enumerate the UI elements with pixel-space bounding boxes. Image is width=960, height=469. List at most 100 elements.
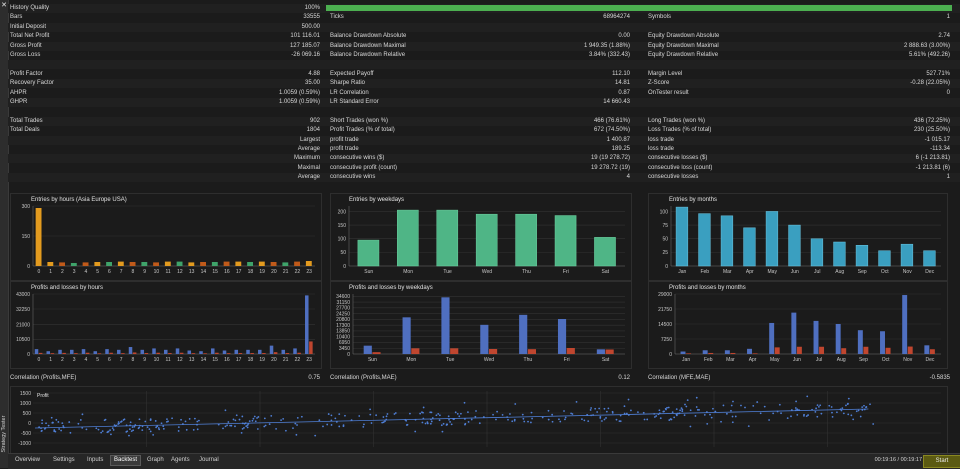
sidebar: ✕ Strategy Tester — [0, 0, 9, 468]
stat-label: profit trade — [330, 136, 359, 143]
close-icon[interactable]: ✕ — [1, 2, 7, 10]
tab-inputs[interactable]: Inputs — [84, 455, 106, 466]
stat-label: Balance Drawdown Absolute — [330, 33, 407, 40]
stat-label: Initial Deposit — [10, 23, 47, 30]
profits-losses-by-hours-chart: 0105002100032250430000 1 2 3 4 5 6 7 8 9 10 11 12 13 1… — [16, 292, 315, 363]
x-tick-label: Sun — [368, 357, 377, 363]
x-tick-label: 10 — [154, 357, 160, 363]
scatter-point — [130, 430, 133, 433]
scatter-point — [330, 424, 333, 426]
x-tick-label: Mar — [726, 357, 735, 363]
tab-backtest[interactable]: Backtest — [110, 455, 142, 466]
x-tick-label: Aug — [835, 269, 844, 275]
stat-label: consecutive losses ($) — [648, 155, 708, 162]
bar — [175, 348, 180, 354]
stat-value: -26 069.16 — [291, 52, 320, 58]
x-tick-label: 23 — [306, 269, 312, 275]
scatter-point — [679, 409, 682, 412]
scatter-point — [296, 424, 298, 426]
start-button[interactable]: Start — [923, 455, 960, 468]
scatter-point — [598, 407, 601, 410]
scatter-point — [732, 400, 734, 403]
x-tick-label: 11 — [166, 357, 171, 363]
bar — [372, 352, 381, 354]
scatter-point — [253, 415, 256, 418]
scatter-point — [637, 411, 639, 414]
tab-agents[interactable]: Agents — [168, 455, 193, 466]
bar — [441, 297, 450, 354]
scatter-point — [146, 426, 149, 429]
scatter-point — [869, 403, 871, 406]
row-stripe — [8, 41, 960, 51]
scatter-point — [226, 424, 228, 427]
scatter-point — [694, 415, 697, 417]
scatter-point — [521, 413, 524, 416]
stat-label: Loss Trades (% of total) — [648, 127, 712, 134]
scatter-point — [559, 420, 562, 423]
bar — [132, 352, 137, 354]
bar — [247, 262, 254, 266]
x-tick-label: Apr — [749, 357, 757, 363]
scatter-point — [507, 418, 509, 421]
bar — [47, 262, 54, 266]
stat-value: 6 (-1 213.81) — [915, 155, 950, 162]
scatter-point — [558, 418, 560, 421]
scatter-point — [421, 421, 424, 424]
bar — [285, 353, 290, 354]
row-stripe — [8, 60, 960, 70]
y-tick-label: 31150 — [336, 300, 350, 306]
stat-label: Gross Profit — [10, 42, 42, 49]
x-tick-label: 3 — [73, 269, 76, 275]
profit-scatter-chart: 1500 1000 500 0 -500 -1000 Profit — [18, 391, 941, 447]
tab-settings[interactable]: Settings — [50, 455, 78, 466]
scatter-point — [675, 408, 678, 411]
scatter-point — [780, 412, 782, 415]
stat-value: 100% — [304, 5, 320, 11]
scatter-point — [865, 406, 868, 408]
scatter-point — [794, 407, 797, 409]
row-stripe — [8, 116, 960, 126]
tab-graph[interactable]: Graph — [144, 455, 167, 466]
bar — [605, 349, 614, 354]
scatter-point — [154, 420, 157, 422]
scatter-point — [235, 414, 238, 417]
stat-label: consecutive losses — [648, 174, 699, 181]
stat-value: 127 185.07 — [289, 42, 320, 49]
x-tick-label: 22 — [295, 357, 301, 363]
bar — [191, 353, 196, 354]
bar — [596, 349, 605, 354]
stat-label: Equity Drawdown Absolute — [648, 33, 720, 40]
stat-label: Gross Loss — [10, 52, 41, 58]
x-tick-label: 5 — [96, 357, 99, 363]
x-tick-label: 20 — [271, 269, 277, 275]
bar — [730, 352, 736, 354]
bar — [34, 349, 39, 354]
x-tick-label: 6 — [108, 269, 111, 275]
bar — [199, 351, 203, 354]
scatter-point — [696, 408, 699, 411]
scatter-point — [709, 413, 711, 416]
bar — [411, 348, 420, 354]
scatter-point — [740, 404, 742, 407]
bar — [686, 353, 692, 354]
tab-journal[interactable]: Journal — [196, 455, 222, 466]
scatter-point — [238, 418, 241, 421]
scatter-point — [419, 412, 422, 415]
scatter-point — [254, 420, 257, 423]
scatter-point — [180, 418, 182, 421]
scatter-point — [198, 419, 200, 422]
scatter-point — [842, 412, 845, 415]
x-tick-label: Tue — [443, 269, 452, 275]
bar — [153, 262, 160, 266]
bar — [402, 317, 411, 354]
scatter-point — [685, 405, 688, 408]
x-tick-label: Apr — [746, 269, 754, 275]
scatter-point — [100, 431, 103, 434]
tab-overview[interactable]: Overview — [12, 455, 43, 466]
scatter-point — [131, 426, 134, 429]
scatter-point — [818, 405, 820, 408]
scatter-point — [95, 427, 98, 430]
scatter-point — [284, 429, 287, 432]
entries-by-hours-panel: Entries by hours (Asia Europe USA) 0 150 3… — [10, 193, 322, 281]
scatter-point — [596, 411, 599, 413]
